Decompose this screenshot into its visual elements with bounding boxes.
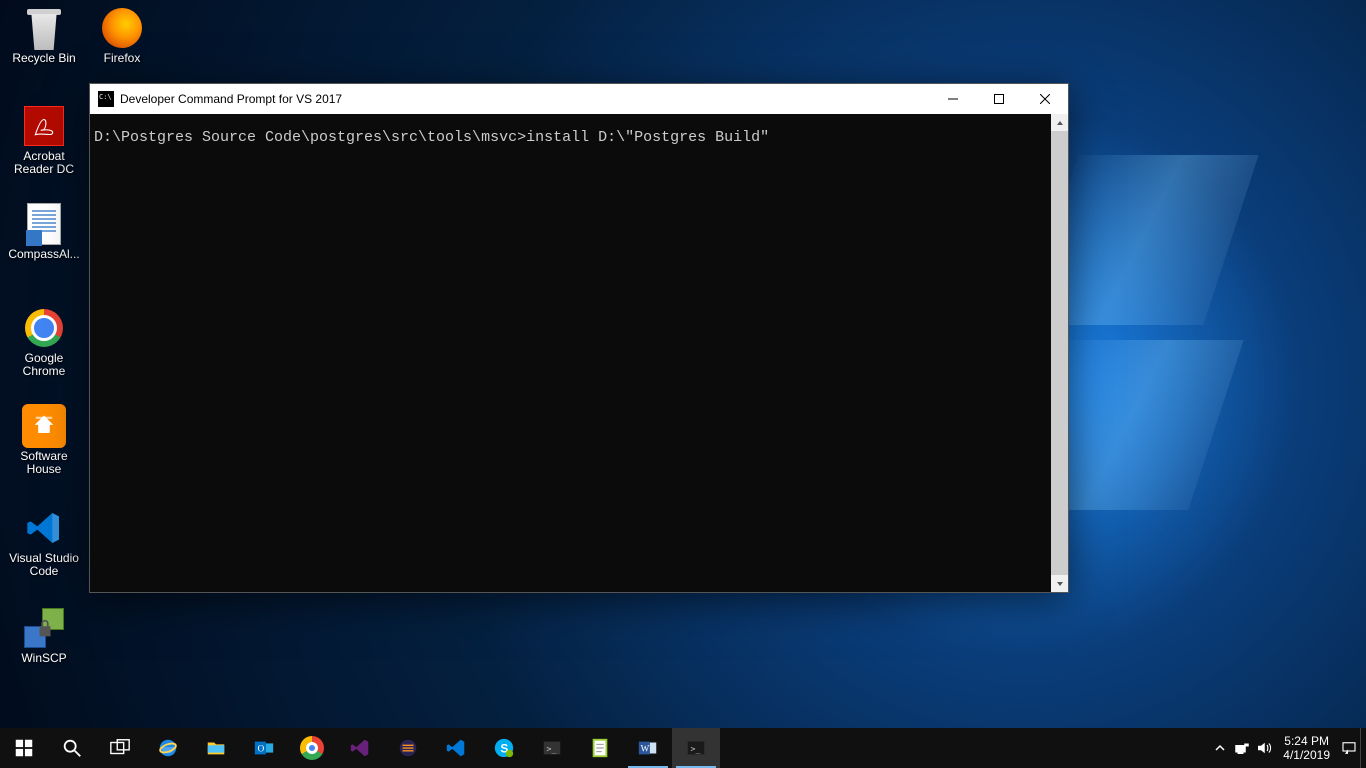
window-title: Developer Command Prompt for VS 2017 [120,92,342,106]
desktop-icon-winscp[interactable]: WinSCP [6,604,82,694]
software-house-icon [22,404,66,448]
desktop-icon-software-house[interactable]: Software House [6,402,82,492]
desktop-icon-chrome[interactable]: Google Chrome [6,304,82,394]
firefox-icon [100,6,144,50]
taskbar-app-outlook[interactable]: O [240,728,288,768]
chrome-icon [22,306,66,350]
taskbar-app-cmd-active[interactable]: >_ [672,728,720,768]
taskbar-app-word[interactable]: W [624,728,672,768]
close-button[interactable] [1022,84,1068,114]
svg-text:>_: >_ [547,744,557,754]
scroll-up-button[interactable] [1051,114,1068,131]
clock-time: 5:24 PM [1283,734,1330,748]
taskbar-app-eclipse[interactable] [384,728,432,768]
desktop-icon-firefox[interactable]: Firefox [84,4,160,94]
terminal-output[interactable]: D:\Postgres Source Code\postgres\src\too… [90,114,1051,592]
scroll-down-button[interactable] [1051,575,1068,592]
svg-text:W: W [641,744,650,754]
maximize-button[interactable] [976,84,1022,114]
desktop-icon-label: CompassAl... [8,248,79,261]
desktop[interactable]: Recycle Bin Firefox Acrobat Reader DC Co… [0,0,1366,728]
desktop-icon-acrobat[interactable]: Acrobat Reader DC [6,102,82,192]
start-button[interactable] [0,728,48,768]
tray-network-icon[interactable] [1231,728,1253,768]
svg-text:O: O [258,744,265,754]
taskbar-app-ie[interactable] [144,728,192,768]
clock-date: 4/1/2019 [1283,748,1330,762]
scrollbar[interactable] [1051,114,1068,592]
desktop-icon-vscode[interactable]: Visual Studio Code [6,504,82,594]
taskbar-app-notepadpp[interactable] [576,728,624,768]
recycle-bin-icon [22,6,66,50]
document-icon [22,202,66,246]
desktop-icon-compass[interactable]: CompassAl... [6,200,82,290]
show-desktop-button[interactable] [1360,728,1366,768]
titlebar[interactable]: Developer Command Prompt for VS 2017 [90,84,1068,114]
winscp-icon [22,606,66,650]
desktop-icon-recycle-bin[interactable]: Recycle Bin [6,4,82,94]
command-prompt-window[interactable]: Developer Command Prompt for VS 2017 D:\… [90,84,1068,592]
terminal-line: D:\Postgres Source Code\postgres\src\too… [94,129,769,146]
taskbar-app-vscode[interactable] [432,728,480,768]
svg-text:>_: >_ [691,744,701,754]
desktop-icon-label: WinSCP [21,652,66,665]
taskbar-clock[interactable]: 5:24 PM 4/1/2019 [1275,734,1338,762]
scroll-thumb[interactable] [1051,131,1068,575]
desktop-icon-label: Acrobat Reader DC [7,150,81,176]
action-center-button[interactable] [1338,728,1360,768]
desktop-icon-label: Firefox [104,52,141,65]
desktop-icon-label: Recycle Bin [12,52,75,65]
vscode-icon [22,506,66,550]
taskbar-app-terminal[interactable]: >_ [528,728,576,768]
taskbar-app-skype[interactable]: S [480,728,528,768]
search-button[interactable] [48,728,96,768]
taskbar: O S >_ W >_ [0,728,1366,768]
taskbar-app-chrome[interactable] [288,728,336,768]
cmd-icon [98,91,114,107]
desktop-icon-label: Visual Studio Code [7,552,81,578]
desktop-icon-label: Google Chrome [7,352,81,378]
desktop-icon-label: Software House [7,450,81,476]
taskbar-app-explorer[interactable] [192,728,240,768]
tray-volume-icon[interactable] [1253,728,1275,768]
acrobat-icon [22,104,66,148]
task-view-button[interactable] [96,728,144,768]
tray-overflow-button[interactable] [1209,728,1231,768]
minimize-button[interactable] [930,84,976,114]
taskbar-app-visualstudio[interactable] [336,728,384,768]
